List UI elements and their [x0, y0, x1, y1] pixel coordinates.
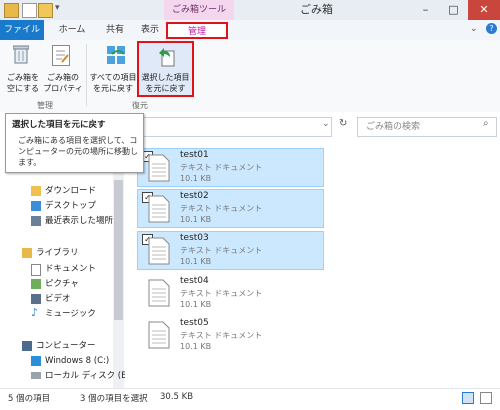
libraries-icon [22, 248, 32, 258]
nav-scroll-thumb[interactable] [114, 180, 123, 320]
ribbon-divider [86, 44, 87, 106]
tab-manage[interactable]: 管理 [166, 22, 228, 39]
text-file-icon [148, 321, 170, 349]
text-file-icon [148, 237, 170, 265]
properties-icon[interactable] [22, 3, 37, 18]
nav-item-pictures[interactable]: ピクチャ [45, 277, 79, 291]
file-type: テキスト ドキュメント [180, 246, 263, 255]
address-dropdown-icon[interactable]: ⌄ [322, 119, 330, 129]
downloads-icon [31, 186, 41, 196]
nav-item-local-disk[interactable]: ローカル ディスク (E [45, 369, 127, 383]
ribbon-collapse-icon[interactable]: ⌄ [470, 24, 478, 34]
nav-item-recent[interactable]: 最近表示した場所 [45, 214, 113, 228]
file-name: test05 [180, 318, 209, 328]
group-label-restore: 復元 [132, 101, 148, 110]
nav-item-windows8[interactable]: Windows 8 (C:) [45, 354, 109, 368]
help-icon[interactable]: ? [486, 23, 497, 34]
large-icons-view-icon[interactable] [480, 392, 492, 404]
file-name: test04 [180, 276, 209, 286]
folder-icon[interactable] [4, 3, 19, 18]
tooltip-body: ごみ箱にある項目を選択して、コンピューターの元の場所に移動します。 [18, 136, 138, 167]
empty-bin-button[interactable]: ごみ箱を 空にする [6, 72, 40, 94]
nav-item-music[interactable]: ミュージック [45, 307, 96, 321]
status-size: 30.5 KB [160, 392, 194, 402]
recycle-bin-icon [12, 44, 30, 64]
window-title: ごみ箱 [300, 3, 333, 16]
address-input[interactable] [140, 117, 332, 137]
nav-item-videos[interactable]: ビデオ [45, 292, 71, 306]
details-view-icon[interactable] [462, 392, 474, 404]
file-type: テキスト ドキュメント [180, 331, 263, 340]
recent-places-icon [31, 216, 41, 226]
documents-icon [31, 264, 41, 276]
nav-item-computer[interactable]: コンピューター [36, 339, 96, 353]
file-type: テキスト ドキュメント [180, 289, 263, 298]
restore-all-icon [106, 45, 128, 65]
text-file-icon [148, 279, 170, 307]
tab-share[interactable]: 共有 [100, 20, 130, 40]
local-disk-icon [31, 372, 41, 379]
tooltip: 選択した項目を元に戻す ごみ箱にある項目を選択して、コンピューターの元の場所に移… [5, 113, 144, 173]
windows-drive-icon [31, 356, 41, 366]
context-tool-label: ごみ箱ツール [164, 0, 234, 20]
text-file-icon [148, 195, 170, 223]
restore-all-button[interactable]: すべての項目 を元に戻す [88, 72, 138, 94]
maximize-button[interactable]: □ [440, 0, 467, 20]
file-size: 10.1 KB [180, 342, 212, 351]
file-name: test02 [180, 191, 209, 201]
status-selection: 3 個の項目を選択 [80, 394, 148, 404]
videos-icon [31, 294, 41, 304]
nav-item-libraries[interactable]: ライブラリ [36, 246, 79, 260]
desktop-icon [31, 201, 41, 211]
file-size: 10.1 KB [180, 300, 212, 309]
file-size: 10.1 KB [180, 215, 212, 224]
quick-access-dropdown-icon[interactable]: ▾ [55, 3, 60, 13]
restore-selected-label: 選択した項目 を元に戻す [141, 73, 190, 93]
status-item-count: 5 個の項目 [8, 394, 51, 404]
tooltip-title: 選択した項目を元に戻す [12, 120, 106, 130]
tab-home[interactable]: ホーム [52, 20, 92, 40]
nav-item-documents[interactable]: ドキュメント [45, 262, 96, 276]
tab-file[interactable]: ファイル [0, 20, 44, 40]
minimize-button[interactable]: – [412, 0, 439, 20]
file-type: テキスト ドキュメント [180, 204, 263, 213]
nav-item-downloads[interactable]: ダウンロード [45, 184, 96, 198]
file-size: 10.1 KB [180, 174, 212, 183]
close-button[interactable]: ✕ [468, 0, 500, 20]
bin-properties-button[interactable]: ごみ箱の プロパティ [43, 72, 83, 94]
music-icon: ♪ [31, 306, 39, 319]
status-bar [0, 388, 500, 410]
search-placeholder: ごみ箱の検索 [366, 122, 421, 132]
file-type: テキスト ドキュメント [180, 163, 263, 172]
refresh-icon[interactable]: ↻ [339, 118, 347, 129]
group-label-manage: 管理 [37, 101, 53, 110]
restore-selected-icon [156, 45, 176, 67]
computer-icon [22, 341, 32, 351]
file-name: test01 [180, 150, 209, 160]
nav-item-desktop[interactable]: デスクトップ [45, 199, 96, 213]
new-folder-icon[interactable] [38, 3, 53, 18]
file-size: 10.1 KB [180, 257, 212, 266]
file-name: test03 [180, 233, 209, 243]
tab-view[interactable]: 表示 [135, 20, 165, 40]
pictures-icon [31, 279, 41, 289]
properties-icon [52, 45, 70, 66]
text-file-icon [148, 154, 170, 182]
search-icon[interactable]: ⌕ [483, 118, 489, 129]
